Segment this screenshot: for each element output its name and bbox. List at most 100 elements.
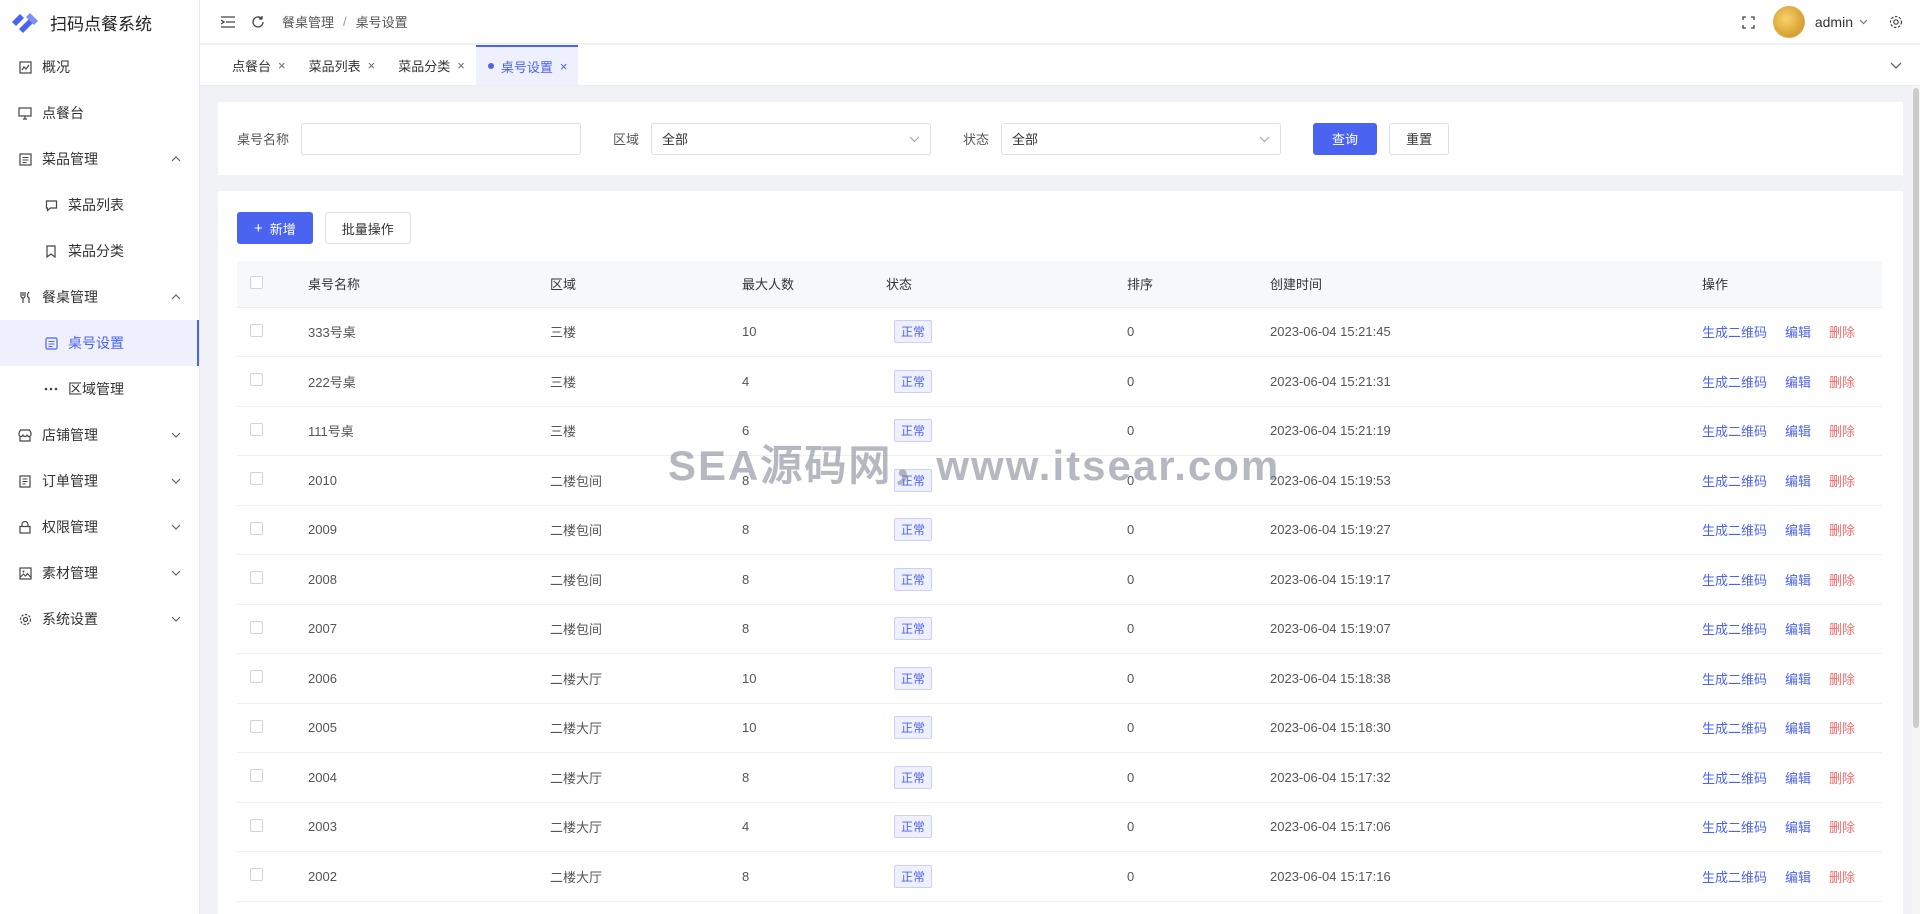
sidebar-item[interactable]: 桌号设置 xyxy=(0,320,199,366)
generate-qrcode-link[interactable]: 生成二维码 xyxy=(1702,424,1767,439)
delete-link[interactable]: 删除 xyxy=(1829,325,1855,340)
generate-qrcode-link[interactable]: 生成二维码 xyxy=(1702,721,1767,736)
cell-area: 二楼大厅 xyxy=(550,653,742,704)
generate-qrcode-link[interactable]: 生成二维码 xyxy=(1702,523,1767,538)
edit-link[interactable]: 编辑 xyxy=(1785,424,1811,439)
sidebar-item[interactable]: 菜品列表 xyxy=(0,182,199,228)
sidebar-item[interactable]: 概况 xyxy=(0,44,199,90)
row-checkbox[interactable] xyxy=(250,719,263,733)
tab[interactable]: 点餐台 × xyxy=(220,45,297,85)
generate-qrcode-link[interactable]: 生成二维码 xyxy=(1702,325,1767,340)
collapse-sidebar-icon[interactable] xyxy=(218,12,238,32)
query-button[interactable]: 查询 xyxy=(1313,122,1378,155)
edit-link[interactable]: 编辑 xyxy=(1785,820,1811,835)
edit-link[interactable]: 编辑 xyxy=(1785,771,1811,786)
reset-button[interactable]: 重置 xyxy=(1389,122,1450,155)
sidebar-item[interactable]: 权限管理 xyxy=(0,504,199,550)
delete-link[interactable]: 删除 xyxy=(1829,474,1855,489)
close-icon[interactable]: × xyxy=(560,59,568,74)
table-name-input[interactable] xyxy=(301,122,582,155)
edit-link[interactable]: 编辑 xyxy=(1785,672,1811,687)
generate-qrcode-link[interactable]: 生成二维码 xyxy=(1702,573,1767,588)
row-checkbox[interactable] xyxy=(250,323,263,337)
avatar[interactable] xyxy=(1772,6,1805,38)
generate-qrcode-link[interactable]: 生成二维码 xyxy=(1702,622,1767,637)
row-checkbox[interactable] xyxy=(250,571,263,585)
filter-area-label: 区域 xyxy=(613,132,640,147)
generate-qrcode-link[interactable]: 生成二维码 xyxy=(1702,870,1767,885)
generate-qrcode-link[interactable]: 生成二维码 xyxy=(1702,474,1767,489)
breadcrumb-item[interactable]: 餐桌管理 xyxy=(282,12,334,31)
fullscreen-icon[interactable] xyxy=(1739,12,1759,32)
cell-created-time: 2023-06-04 15:18:38 xyxy=(1270,653,1702,704)
edit-link[interactable]: 编辑 xyxy=(1785,325,1811,340)
generate-qrcode-link[interactable]: 生成二维码 xyxy=(1702,672,1767,687)
sidebar-item[interactable]: 餐桌管理 xyxy=(0,274,199,320)
tab[interactable]: 菜品列表 × xyxy=(297,45,387,85)
delete-link[interactable]: 删除 xyxy=(1829,622,1855,637)
sidebar-item[interactable]: 订单管理 xyxy=(0,458,199,504)
cell-created-time: 2023-06-04 15:19:27 xyxy=(1270,505,1702,555)
add-button[interactable]: + 新增 xyxy=(237,212,313,244)
row-checkbox[interactable] xyxy=(250,521,263,535)
edit-link[interactable]: 编辑 xyxy=(1785,721,1811,736)
page-scrollbar[interactable] xyxy=(1912,86,1920,914)
sidebar-item[interactable]: 菜品分类 xyxy=(0,228,199,274)
sidebar-item[interactable]: 系统设置 xyxy=(0,596,199,642)
select-all-checkbox[interactable] xyxy=(250,275,263,289)
delete-link[interactable]: 删除 xyxy=(1829,523,1855,538)
row-checkbox[interactable] xyxy=(250,670,263,684)
delete-link[interactable]: 删除 xyxy=(1829,870,1855,885)
app-logo[interactable]: 扫码点餐系统 xyxy=(0,0,199,44)
delete-link[interactable]: 删除 xyxy=(1829,424,1855,439)
sidebar-item-label: 点餐台 xyxy=(42,105,84,121)
tab[interactable]: 桌号设置 × xyxy=(475,45,579,85)
delete-link[interactable]: 删除 xyxy=(1829,375,1855,390)
chevron-down-icon[interactable] xyxy=(1890,57,1902,73)
sidebar-item[interactable]: 素材管理 xyxy=(0,550,199,596)
row-checkbox[interactable] xyxy=(250,769,263,783)
gear-icon[interactable] xyxy=(1886,12,1906,32)
batch-operation-button[interactable]: 批量操作 xyxy=(324,212,411,244)
row-checkbox[interactable] xyxy=(250,422,263,436)
row-checkbox[interactable] xyxy=(250,818,263,832)
cell-name: 2006 xyxy=(308,653,550,704)
scrollbar-thumb[interactable] xyxy=(1913,88,1919,728)
row-checkbox[interactable] xyxy=(250,373,263,387)
delete-link[interactable]: 删除 xyxy=(1829,721,1855,736)
edit-link[interactable]: 编辑 xyxy=(1785,523,1811,538)
sidebar-item[interactable]: 店铺管理 xyxy=(0,412,199,458)
sidebar-item[interactable]: 菜品管理 xyxy=(0,136,199,182)
status-badge: 正常 xyxy=(894,716,933,740)
sidebar-item[interactable]: 区域管理 xyxy=(0,366,199,412)
status-select-value: 全部 xyxy=(1012,132,1039,147)
delete-link[interactable]: 删除 xyxy=(1829,771,1855,786)
edit-link[interactable]: 编辑 xyxy=(1785,375,1811,390)
row-checkbox[interactable] xyxy=(250,472,263,486)
edit-link[interactable]: 编辑 xyxy=(1785,870,1811,885)
tab[interactable]: 菜品分类 × xyxy=(386,45,476,85)
area-select[interactable]: 全部 xyxy=(651,122,932,155)
delete-link[interactable]: 删除 xyxy=(1829,820,1855,835)
edit-link[interactable]: 编辑 xyxy=(1785,622,1811,637)
delete-link[interactable]: 删除 xyxy=(1829,573,1855,588)
close-icon[interactable]: × xyxy=(368,58,376,73)
sidebar-item[interactable]: 点餐台 xyxy=(0,90,199,136)
row-checkbox[interactable] xyxy=(250,868,263,882)
status-select[interactable]: 全部 xyxy=(1001,122,1282,155)
close-icon[interactable]: × xyxy=(457,58,465,73)
generate-qrcode-link[interactable]: 生成二维码 xyxy=(1702,820,1767,835)
edit-link[interactable]: 编辑 xyxy=(1785,573,1811,588)
chevron-down-icon[interactable] xyxy=(1859,19,1868,25)
generate-qrcode-link[interactable]: 生成二维码 xyxy=(1702,375,1767,390)
edit-link[interactable]: 编辑 xyxy=(1785,474,1811,489)
generate-qrcode-link[interactable]: 生成二维码 xyxy=(1702,771,1767,786)
cell-created-time: 2023-06-04 15:19:17 xyxy=(1270,554,1702,605)
user-name[interactable]: admin xyxy=(1815,14,1853,30)
refresh-icon[interactable] xyxy=(248,12,268,32)
delete-link[interactable]: 删除 xyxy=(1829,672,1855,687)
more-dots-icon xyxy=(44,382,58,396)
close-icon[interactable]: × xyxy=(278,58,286,73)
table-row: 2007 二楼包间 8 正常 0 2023-06-04 15:19:07 生成二维码 编辑 删除 xyxy=(237,604,1882,654)
row-checkbox[interactable] xyxy=(250,620,263,634)
